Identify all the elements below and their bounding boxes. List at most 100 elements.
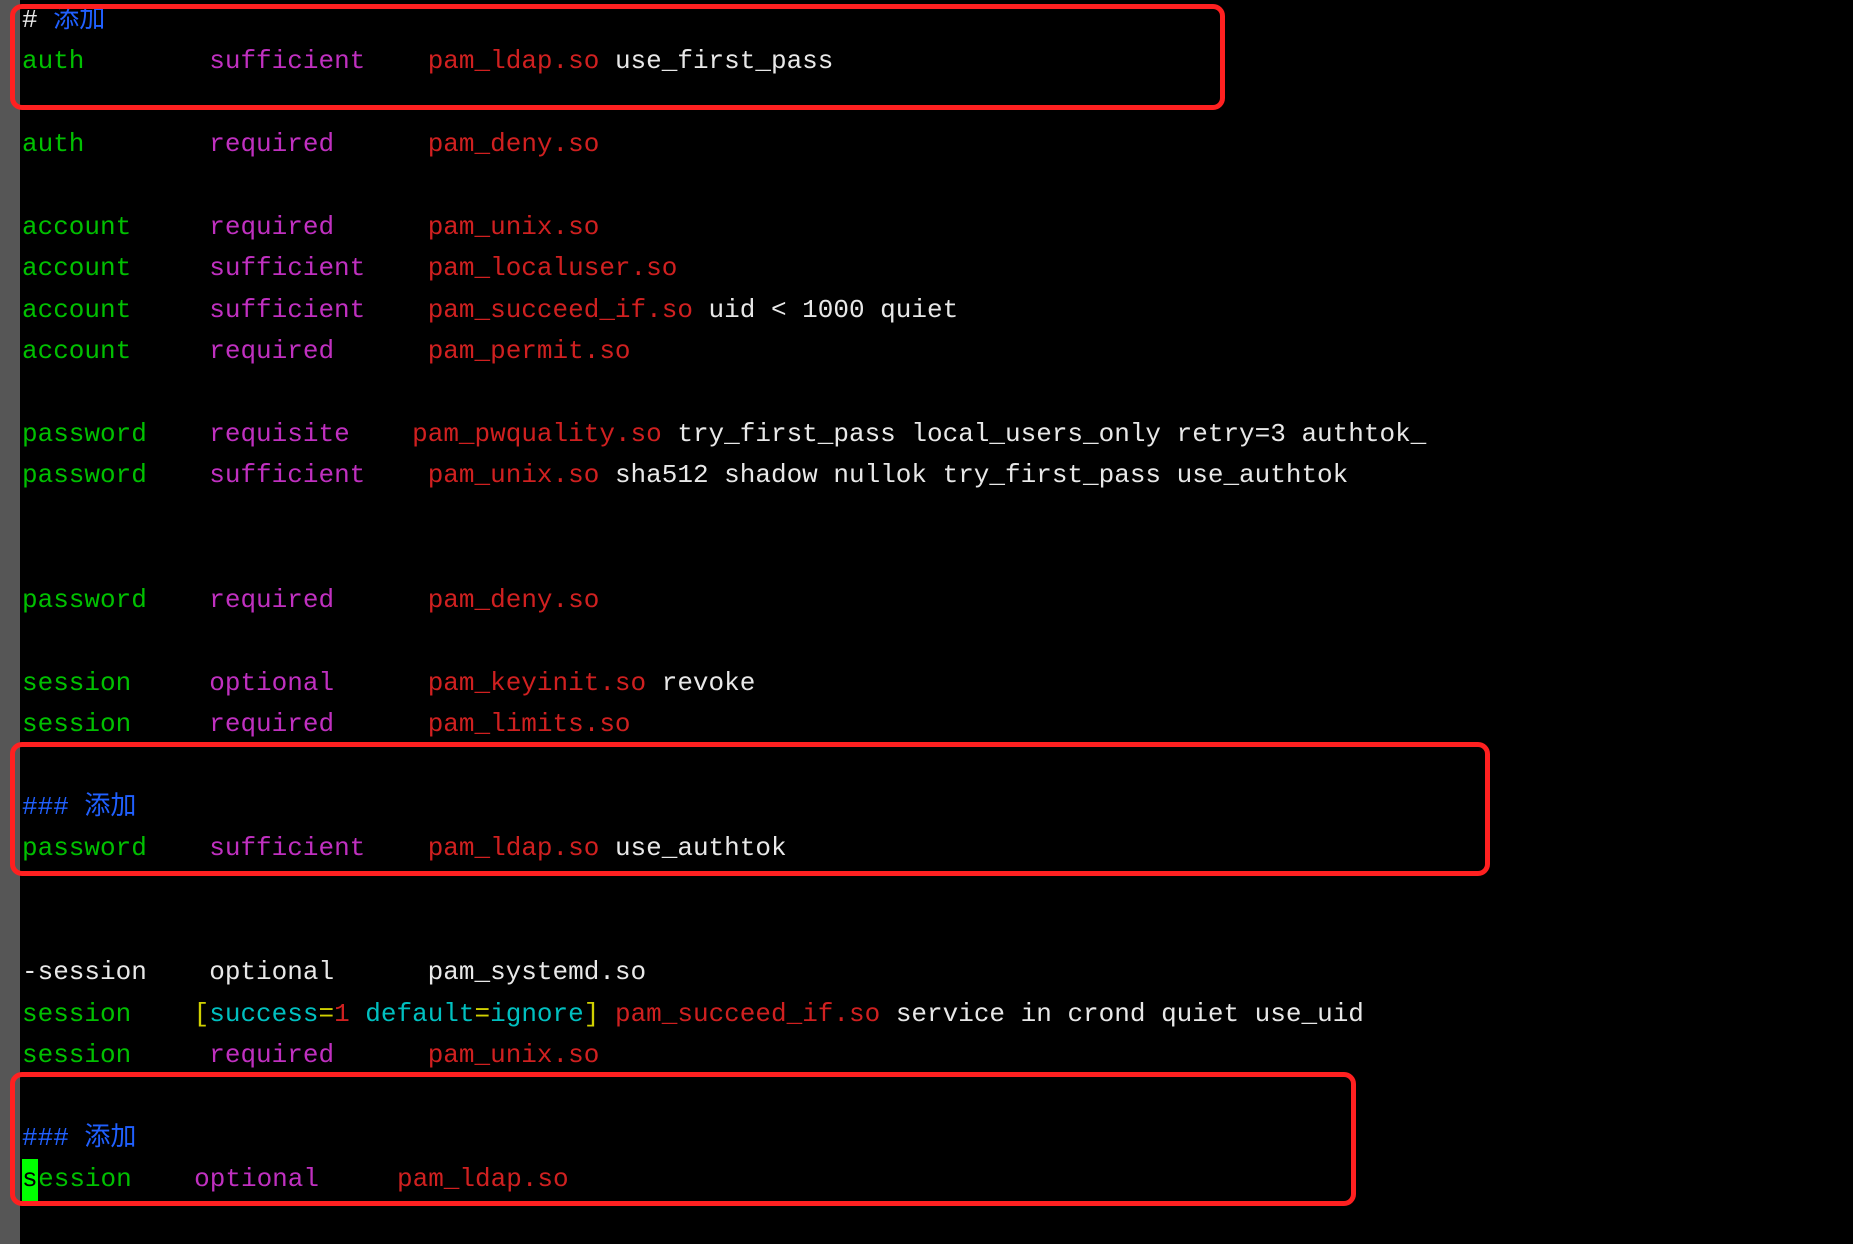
code-line <box>22 870 1426 911</box>
code-token: sufficient <box>209 295 365 325</box>
code-token: pam_pwquality.so <box>412 419 662 449</box>
code-line: account required pam_unix.so <box>22 207 1426 248</box>
code-line: password sufficient pam_ldap.so use_auth… <box>22 828 1426 869</box>
code-token: pam_deny.so <box>428 585 600 615</box>
code-line: account required pam_permit.so <box>22 331 1426 372</box>
code-token: password <box>22 833 147 863</box>
code-line: -session optional pam_systemd.so <box>22 952 1426 993</box>
code-token: ### <box>22 1123 69 1153</box>
code-line: account sufficient pam_succeed_if.so uid… <box>22 290 1426 331</box>
code-token: pam_permit.so <box>428 336 631 366</box>
code-line: session [success=1 default=ignore] pam_s… <box>22 994 1426 1035</box>
code-line: password required pam_deny.so <box>22 580 1426 621</box>
code-token: required <box>209 129 334 159</box>
code-token: required <box>209 336 334 366</box>
code-token: use_authtok <box>599 833 786 863</box>
code-token: pam_ldap.so <box>397 1164 569 1194</box>
code-token: pam_succeed_if.so <box>615 999 880 1029</box>
code-line: account sufficient pam_localuser.so <box>22 248 1426 289</box>
code-token: default <box>365 999 474 1029</box>
code-token: -session optional pam_systemd.so <box>22 957 646 987</box>
code-token: pam_unix.so <box>428 212 600 242</box>
code-token: sufficient <box>209 833 365 863</box>
code-token: account <box>22 336 131 366</box>
editor-gutter <box>0 0 20 1244</box>
code-line: session optional pam_ldap.so <box>22 1159 1426 1200</box>
code-line: # 添加 <box>22 0 1426 41</box>
code-token: service in crond quiet use_uid <box>880 999 1364 1029</box>
code-line <box>22 538 1426 579</box>
code-line: ### 添加 <box>22 787 1426 828</box>
code-token: 1 <box>334 999 350 1029</box>
code-line <box>22 745 1426 786</box>
code-token: pam_unix.so <box>428 1040 600 1070</box>
code-line <box>22 911 1426 952</box>
code-line: password requisite pam_pwquality.so try_… <box>22 414 1426 455</box>
code-line: ### 添加 <box>22 1118 1426 1159</box>
editor-text-area[interactable]: # 添加auth sufficient pam_ldap.so use_firs… <box>22 0 1426 1201</box>
code-token: sufficient <box>209 253 365 283</box>
code-token: required <box>209 1040 334 1070</box>
code-token: optional <box>194 1164 319 1194</box>
code-token: requisite <box>209 419 349 449</box>
code-token: ### <box>22 792 69 822</box>
code-line: session required pam_limits.so <box>22 704 1426 745</box>
code-token: 添加 <box>53 5 105 35</box>
code-token: try_first_pass local_users_only retry=3 … <box>662 419 1427 449</box>
code-token: ] <box>584 999 600 1029</box>
code-line: auth required pam_deny.so <box>22 124 1426 165</box>
code-token: # <box>22 5 53 35</box>
code-token: ignore <box>490 999 584 1029</box>
code-line <box>22 83 1426 124</box>
code-line: auth sufficient pam_ldap.so use_first_pa… <box>22 41 1426 82</box>
code-token: session <box>22 709 131 739</box>
code-token: session <box>22 668 131 698</box>
cursor: s <box>22 1159 38 1200</box>
code-token: password <box>22 585 147 615</box>
code-token: optional <box>209 668 334 698</box>
code-token: uid < 1000 quiet <box>693 295 958 325</box>
code-line <box>22 1077 1426 1118</box>
code-token: = <box>318 999 334 1029</box>
code-line: session optional pam_keyinit.so revoke <box>22 663 1426 704</box>
code-token: 添加 <box>69 1123 137 1153</box>
code-token: = <box>475 999 491 1029</box>
code-token: auth <box>22 46 84 76</box>
code-line <box>22 497 1426 538</box>
code-token: required <box>209 709 334 739</box>
code-token: pam_ldap.so <box>428 833 600 863</box>
code-token: sha512 shadow nullok try_first_pass use_… <box>599 460 1348 490</box>
code-token: pam_ldap.so <box>428 46 600 76</box>
code-token: ession <box>38 1164 132 1194</box>
code-token: required <box>209 212 334 242</box>
code-token: [ <box>194 999 210 1029</box>
code-token: pam_localuser.so <box>428 253 678 283</box>
code-token: pam_limits.so <box>428 709 631 739</box>
code-token: account <box>22 295 131 325</box>
code-token <box>350 999 366 1029</box>
code-token: revoke <box>646 668 755 698</box>
code-token: session <box>22 1040 131 1070</box>
code-token: account <box>22 212 131 242</box>
code-line <box>22 373 1426 414</box>
code-token: pam_unix.so <box>428 460 600 490</box>
code-line: password sufficient pam_unix.so sha512 s… <box>22 455 1426 496</box>
code-token: password <box>22 460 147 490</box>
code-line <box>22 166 1426 207</box>
code-token: session <box>22 999 131 1029</box>
code-line: session required pam_unix.so <box>22 1035 1426 1076</box>
code-token: sufficient <box>209 46 365 76</box>
code-token: success <box>209 999 318 1029</box>
code-token <box>599 999 615 1029</box>
code-token: pam_deny.so <box>428 129 600 159</box>
code-token: use_first_pass <box>599 46 833 76</box>
code-token: 添加 <box>69 792 137 822</box>
code-token: pam_succeed_if.so <box>428 295 693 325</box>
code-token: required <box>209 585 334 615</box>
code-token: auth <box>22 129 84 159</box>
code-token: sufficient <box>209 460 365 490</box>
code-token: password <box>22 419 147 449</box>
code-token: account <box>22 253 131 283</box>
code-token: pam_keyinit.so <box>428 668 646 698</box>
code-line <box>22 621 1426 662</box>
